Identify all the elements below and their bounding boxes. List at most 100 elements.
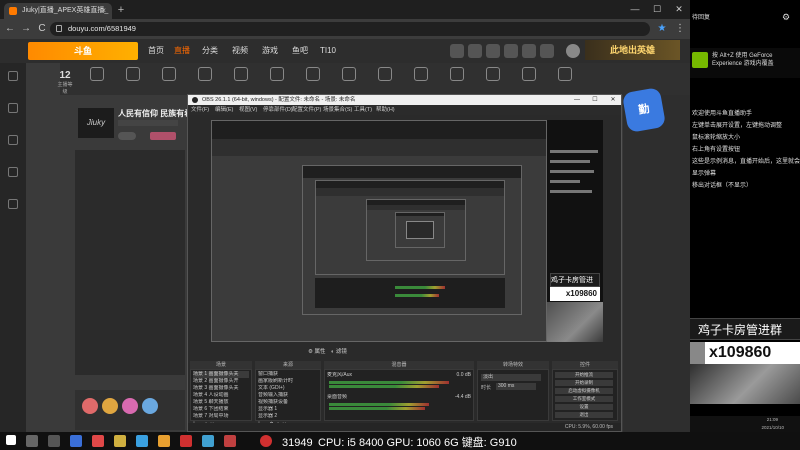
- follow-count-box[interactable]: 12 主播等级: [56, 70, 74, 95]
- wish-icon[interactable]: [162, 67, 176, 81]
- menu-help[interactable]: 帮助(H): [376, 106, 395, 114]
- scene-item[interactable]: 场景 1 画面摄像头关: [193, 371, 249, 378]
- maximize-button[interactable]: ☐: [646, 0, 668, 19]
- noble-icon[interactable]: [234, 67, 248, 81]
- tag-badge[interactable]: [150, 132, 176, 140]
- video-player[interactable]: [75, 150, 185, 375]
- close-window-button[interactable]: ✕: [668, 0, 690, 19]
- treasure-icon[interactable]: [126, 67, 140, 81]
- url-input[interactable]: douyu.com/6581949: [50, 22, 650, 36]
- source-item[interactable]: 视频捕获设备: [258, 399, 318, 406]
- message-icon[interactable]: [486, 44, 500, 58]
- heart-icon[interactable]: [8, 71, 18, 81]
- streamer-avatar[interactable]: Jiuky: [78, 108, 114, 138]
- fans-icon[interactable]: [270, 67, 284, 81]
- nav-link-video[interactable]: 视频: [232, 45, 248, 57]
- menu-file[interactable]: 文件(F): [191, 106, 209, 114]
- filters-button[interactable]: 滤镜: [336, 349, 347, 355]
- filter-icon[interactable]: ◐: [331, 349, 334, 355]
- gift-icon[interactable]: [522, 67, 536, 81]
- obs-preview[interactable]: 鸡子卡房管进群 x109860: [211, 120, 603, 342]
- star-icon[interactable]: ★: [654, 21, 670, 37]
- source-item[interactable]: 显示器 2: [258, 413, 318, 420]
- upload-icon[interactable]: [540, 44, 554, 58]
- category-icon[interactable]: [8, 135, 18, 145]
- cloud-icon[interactable]: [450, 67, 464, 81]
- source-item[interactable]: 画家版刷新计时: [258, 378, 318, 385]
- virtual-camera-button[interactable]: 启动虚拟摄像机: [555, 388, 613, 394]
- scene-item[interactable]: 场景 5 聊天播放: [193, 399, 249, 406]
- follow-icon[interactable]: [468, 44, 482, 58]
- app-icon[interactable]: [92, 435, 104, 447]
- nav-link-category[interactable]: 分类: [202, 45, 218, 57]
- start-icon[interactable]: [6, 435, 16, 445]
- nav-link-games[interactable]: 游戏: [262, 45, 278, 57]
- duration-input[interactable]: 300 ms: [496, 383, 536, 390]
- app-icon[interactable]: [114, 435, 126, 447]
- download-icon[interactable]: [504, 44, 518, 58]
- reload-button[interactable]: C: [34, 21, 50, 37]
- video-icon[interactable]: [8, 167, 18, 177]
- obs-minimize-button[interactable]: —: [569, 95, 585, 105]
- history-icon[interactable]: [450, 44, 464, 58]
- start-recording-button[interactable]: 开始录制: [555, 380, 613, 386]
- folder-icon[interactable]: [158, 435, 170, 447]
- share-icon[interactable]: [558, 67, 572, 81]
- scene-item[interactable]: 场景 7 对局中场: [193, 413, 249, 420]
- nav-link-yuba[interactable]: 鱼吧: [292, 45, 308, 57]
- nav-link-home[interactable]: 首页: [148, 45, 164, 57]
- tag-badge[interactable]: [118, 132, 136, 140]
- app-icon[interactable]: [202, 435, 214, 447]
- task-icon[interactable]: [90, 67, 104, 81]
- properties-button[interactable]: 属性: [314, 349, 325, 355]
- card-icon[interactable]: [414, 67, 428, 81]
- avatar[interactable]: [566, 44, 580, 58]
- menu-icon[interactable]: ⋮: [672, 21, 688, 37]
- transition-select[interactable]: 淡出: [481, 374, 541, 381]
- douyu-logo[interactable]: 斗鱼: [28, 42, 138, 60]
- app-icon[interactable]: [180, 435, 192, 447]
- scene-item[interactable]: 场景 4 人设动画: [193, 392, 249, 399]
- obs-close-button[interactable]: ✕: [605, 95, 621, 105]
- gift-icon[interactable]: [82, 398, 98, 414]
- gear-icon[interactable]: ⚙: [782, 12, 790, 23]
- scene-item[interactable]: 场景 6 下团结束: [193, 406, 249, 413]
- menu-scene-collection[interactable]: 场景集合(S): [323, 106, 352, 114]
- studio-mode-button[interactable]: 工作室模式: [555, 396, 613, 402]
- app-icon[interactable]: [224, 435, 236, 447]
- scene-item[interactable]: 场景 2 画面摄像头开: [193, 378, 249, 385]
- minimize-button[interactable]: —: [624, 0, 646, 19]
- gear-icon[interactable]: ⚙: [308, 349, 313, 355]
- edge-icon[interactable]: [136, 435, 148, 447]
- scene-item[interactable]: 场景 3 画面摄像头关: [193, 385, 249, 392]
- menu-view[interactable]: 视图(V): [239, 106, 257, 114]
- nav-link-ti10[interactable]: TI10: [320, 45, 336, 57]
- guard-icon[interactable]: [198, 67, 212, 81]
- gift-icon[interactable]: [142, 398, 158, 414]
- browser-tab[interactable]: Jiuky|直播_APEX英雄直播_斗鱼 ×: [4, 3, 112, 30]
- douyu-icon[interactable]: [260, 435, 272, 447]
- obs-maximize-button[interactable]: ☐: [587, 95, 603, 105]
- new-tab-button[interactable]: +: [114, 3, 128, 17]
- source-item[interactable]: 窗口捕获: [258, 371, 318, 378]
- menu-tools[interactable]: 工具(T): [354, 106, 372, 114]
- settings-button[interactable]: 设置: [555, 404, 613, 410]
- source-item[interactable]: 显示器 1: [258, 406, 318, 413]
- app-icon[interactable]: [70, 435, 82, 447]
- start-streaming-button[interactable]: 开始推流: [555, 372, 613, 378]
- gift-icon[interactable]: [122, 398, 138, 414]
- back-button[interactable]: ←: [2, 21, 18, 37]
- source-item[interactable]: 文本 (GDI+): [258, 385, 318, 392]
- event-icon[interactable]: [378, 67, 392, 81]
- source-item[interactable]: 音频输入捕获: [258, 392, 318, 399]
- game-icon[interactable]: [8, 199, 18, 209]
- bag-icon[interactable]: [486, 67, 500, 81]
- shop-icon[interactable]: [342, 67, 356, 81]
- search-icon[interactable]: [26, 435, 38, 447]
- menu-docks[interactable]: 停靠部件(D): [263, 106, 293, 114]
- broadcast-icon[interactable]: [522, 44, 536, 58]
- menu-profile[interactable]: 配置文件(P): [292, 106, 321, 114]
- gift-icon[interactable]: [102, 398, 118, 414]
- menu-edit[interactable]: 编辑(E): [215, 106, 233, 114]
- exit-button[interactable]: 退出: [555, 412, 613, 418]
